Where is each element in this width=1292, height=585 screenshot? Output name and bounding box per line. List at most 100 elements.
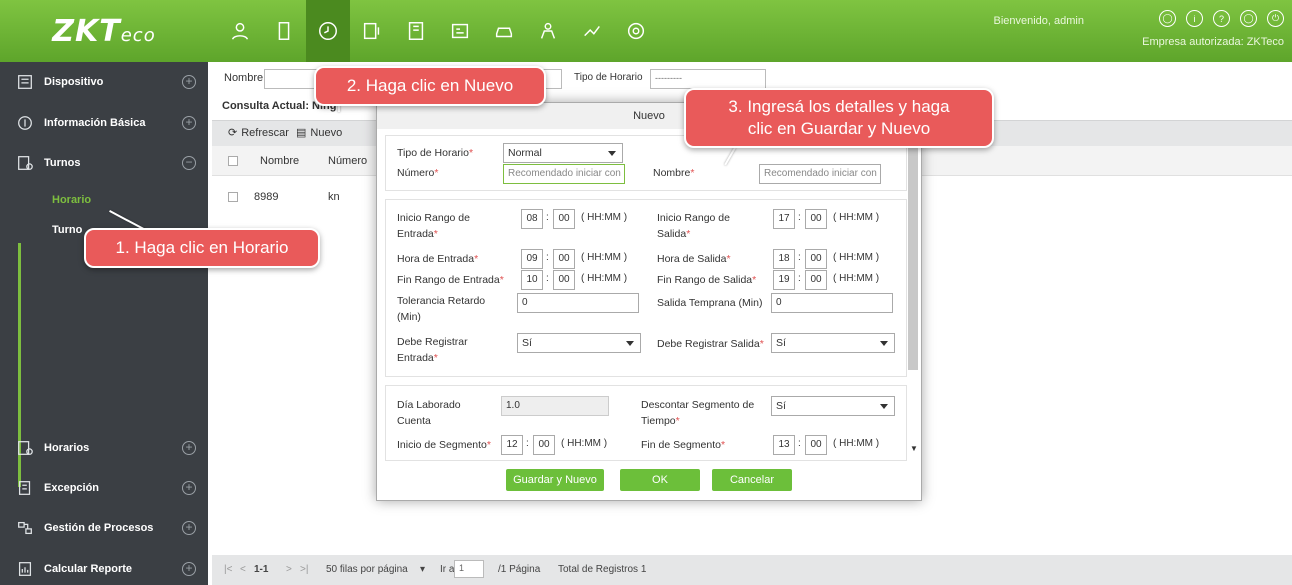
sidebar-item-dispositivo[interactable]: Dispositivo +: [0, 62, 208, 102]
expand-icon[interactable]: +: [182, 75, 196, 89]
type-label: Tipo de Horario: [574, 72, 643, 83]
debe-salida-select[interactable]: Sí: [771, 333, 895, 353]
scroll-down-icon[interactable]: ▼: [910, 444, 918, 453]
hhmm-hint: ( HH:MM ): [833, 438, 880, 449]
new-timetable-dialog: Nuevo Tipo de Horario* Normal Número* Re…: [376, 102, 922, 501]
header-actions: ◯ i ? ◯ ⏻: [1159, 10, 1284, 27]
fin-segmento-label: Fin de Segmento*: [641, 439, 726, 451]
dia-label: Día Laborado Cuenta: [397, 399, 461, 427]
inicio-entrada-hour[interactable]: 08: [521, 209, 543, 229]
row-checkbox[interactable]: [228, 192, 238, 202]
car-icon[interactable]: [482, 0, 526, 62]
save-and-new-button[interactable]: Guardar y Nuevo: [506, 469, 604, 491]
fin-segmento-minute[interactable]: 00: [805, 435, 827, 455]
sidebar-item-calcular-reporte[interactable]: Calcular Reporte +: [0, 549, 208, 585]
column-header-numero[interactable]: Número: [328, 155, 367, 167]
hhmm-hint: ( HH:MM ): [833, 273, 880, 284]
sidebar-item-informacion-basica[interactable]: Información Básica +: [0, 103, 208, 143]
row-number: kn: [328, 191, 340, 203]
sidebar-item-horarios[interactable]: Horarios +: [0, 428, 208, 468]
help-icon[interactable]: ?: [1213, 10, 1230, 27]
hora-entrada-label: Hora de Entrada*: [397, 253, 479, 265]
temprana-label: Salida Temprana (Min): [657, 297, 763, 309]
sidebar-item-gestion-procesos[interactable]: Gestión de Procesos +: [0, 508, 208, 548]
hora-entrada-minute[interactable]: 00: [553, 249, 575, 269]
pages-label: /1 Página: [498, 564, 541, 575]
hhmm-hint: ( HH:MM ): [581, 252, 628, 263]
expand-icon[interactable]: +: [182, 441, 196, 455]
fin-segmento-hour[interactable]: 13: [773, 435, 795, 455]
first-page-icon[interactable]: |<: [224, 564, 232, 575]
nombre-input[interactable]: Recomendado iniciar con ': [759, 164, 881, 184]
inicio-salida-hour[interactable]: 17: [773, 209, 795, 229]
clock-icon[interactable]: [306, 0, 350, 62]
expand-icon[interactable]: +: [182, 521, 196, 535]
top-bar: ZKTeco Bienvenido, admin ◯ i ? ◯ ⏻ Empre…: [0, 0, 1292, 62]
info-icon[interactable]: i: [1186, 10, 1203, 27]
descontar-label: Descontar Segmento de Tiempo*: [641, 399, 755, 427]
building-icon[interactable]: [394, 0, 438, 62]
tolerancia-input[interactable]: 0: [517, 293, 639, 313]
dia-input: 1.0: [501, 396, 609, 416]
ok-button[interactable]: OK: [620, 469, 700, 491]
sidebar-item-horario[interactable]: Horario: [52, 194, 91, 206]
user-icon[interactable]: [218, 0, 262, 62]
visitor-icon[interactable]: [438, 0, 482, 62]
prev-page-icon[interactable]: <: [240, 564, 246, 575]
inicio-salida-minute[interactable]: 00: [805, 209, 827, 229]
inicio-segmento-minute[interactable]: 00: [533, 435, 555, 455]
hhmm-hint: ( HH:MM ): [833, 252, 880, 263]
rows-per-page[interactable]: 50 filas por página: [326, 564, 408, 575]
gear-icon[interactable]: [614, 0, 658, 62]
numero-input[interactable]: Recomendado iniciar con ': [503, 164, 625, 184]
expand-icon[interactable]: +: [182, 481, 196, 495]
device-icon: [14, 71, 36, 93]
next-page-icon[interactable]: >: [286, 564, 292, 575]
name-label: Nombre: [224, 72, 264, 84]
column-header-nombre[interactable]: Nombre: [260, 155, 299, 167]
last-page-icon[interactable]: >|: [300, 564, 308, 575]
fin-entrada-minute[interactable]: 00: [553, 270, 575, 290]
tipo-select[interactable]: Normal: [503, 143, 623, 163]
select-all-checkbox[interactable]: [228, 156, 238, 166]
power-icon[interactable]: ⏻: [1267, 10, 1284, 27]
new-button[interactable]: ▤ Nuevo: [296, 126, 342, 140]
account-icon[interactable]: ◯: [1240, 10, 1257, 27]
fin-entrada-hour[interactable]: 10: [521, 270, 543, 290]
sidebar-item-excepcion[interactable]: Excepción +: [0, 468, 208, 508]
hora-salida-minute[interactable]: 00: [805, 249, 827, 269]
total-records: Total de Registros 1: [558, 564, 647, 575]
inicio-segmento-hour[interactable]: 12: [501, 435, 523, 455]
rows-dropdown-icon[interactable]: ▾: [420, 564, 425, 575]
debe-entrada-select[interactable]: Sí: [517, 333, 641, 353]
dialog-scrollbar[interactable]: [908, 128, 918, 370]
collapse-icon[interactable]: −: [182, 156, 196, 170]
module-nav: [218, 0, 658, 62]
hora-entrada-hour[interactable]: 09: [521, 249, 543, 269]
cancel-button[interactable]: Cancelar: [712, 469, 792, 491]
tolerancia-label: Tolerancia Retardo (Min): [397, 295, 486, 323]
hora-salida-hour[interactable]: 18: [773, 249, 795, 269]
page-input[interactable]: 1: [454, 560, 484, 578]
temprana-input[interactable]: 0: [771, 293, 893, 313]
inicio-entrada-minute[interactable]: 00: [553, 209, 575, 229]
sidebar-item-turnos[interactable]: Turnos −: [0, 143, 208, 183]
fin-salida-minute[interactable]: 00: [805, 270, 827, 290]
callout-1: 1. Haga clic en Horario: [84, 228, 320, 268]
type-select[interactable]: ---------: [650, 69, 766, 89]
callout-2: 2. Haga clic en Nuevo: [314, 66, 546, 106]
attendance-icon[interactable]: [350, 0, 394, 62]
callout-3: 3. Ingresá los detalles y haga clic en G…: [684, 88, 994, 148]
patrol-icon[interactable]: [526, 0, 570, 62]
sidebar-item-turno[interactable]: Turno: [52, 224, 82, 236]
descontar-select[interactable]: Sí: [771, 396, 895, 416]
user-circle-icon[interactable]: ◯: [1159, 10, 1176, 27]
fin-salida-hour[interactable]: 19: [773, 270, 795, 290]
debe-entrada-label: Debe Registrar Entrada*: [397, 336, 468, 364]
fin-salida-label: Fin Rango de Salida*: [657, 274, 757, 286]
signature-icon[interactable]: [570, 0, 614, 62]
door-icon[interactable]: [262, 0, 306, 62]
expand-icon[interactable]: +: [182, 562, 196, 576]
expand-icon[interactable]: +: [182, 116, 196, 130]
refresh-button[interactable]: ⟳ Refrescar: [228, 126, 289, 140]
